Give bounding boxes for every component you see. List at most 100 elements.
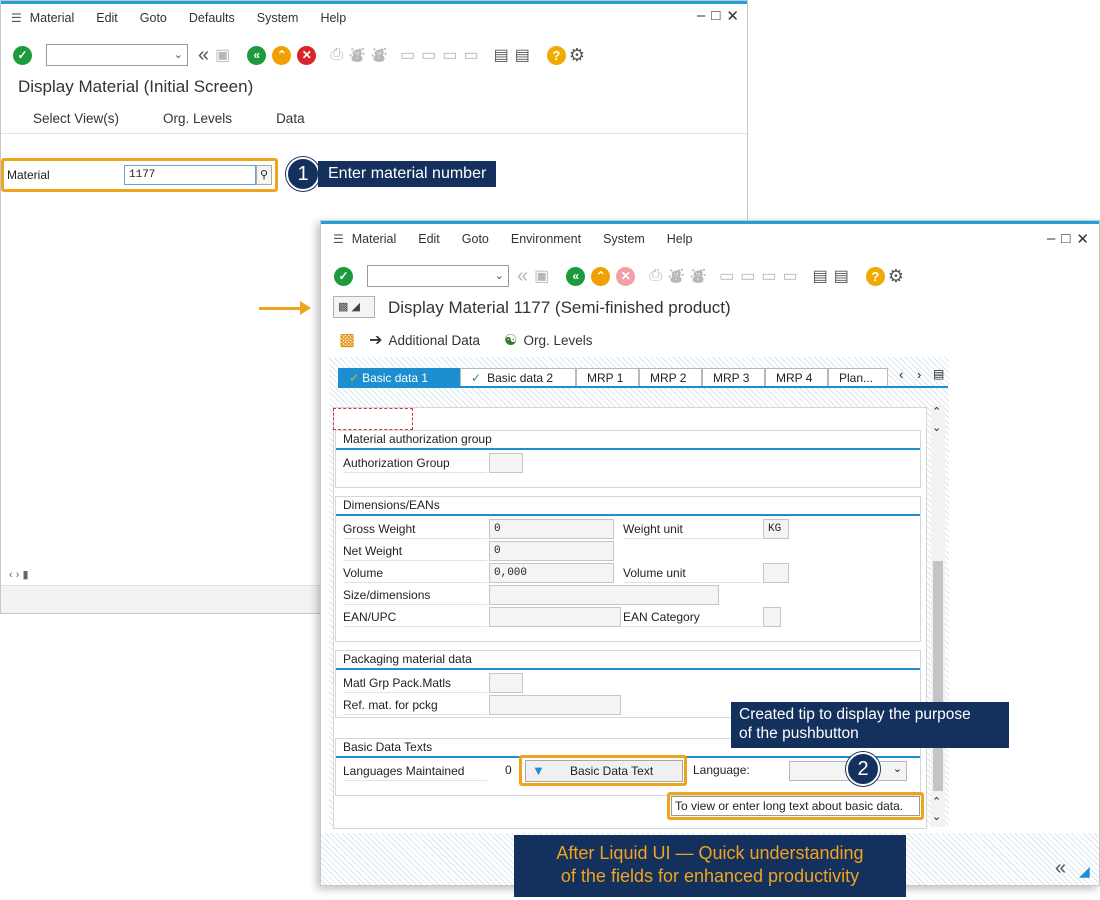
next-page-icon[interactable]: ▭ — [442, 45, 457, 65]
authorization-group-field[interactable] — [489, 453, 523, 473]
menu-material-2[interactable]: Material — [352, 232, 396, 246]
matl-grp-pack-field[interactable] — [489, 673, 523, 693]
ean-upc-field[interactable] — [489, 607, 621, 627]
back-icon-2[interactable]: « — [566, 266, 586, 286]
net-weight-field[interactable]: 0 — [489, 541, 614, 561]
maximize-icon[interactable]: □ — [711, 7, 720, 25]
menu-defaults[interactable]: Defaults — [189, 11, 235, 25]
tab-mrp-2[interactable]: MRP 2 — [639, 368, 702, 386]
enter-icon-2[interactable]: ✓ — [334, 266, 353, 286]
step-2-label: Created tip to display the purpose of th… — [731, 702, 1009, 748]
back-icon[interactable]: « — [247, 45, 267, 65]
close-icon[interactable]: ✕ — [726, 7, 739, 25]
prev-page-icon-2[interactable]: ▭ — [740, 266, 755, 286]
org-levels-button-2[interactable]: Org. Levels — [523, 333, 592, 348]
last-page-icon[interactable]: ▭ — [463, 45, 478, 65]
menu-edit-2[interactable]: Edit — [418, 232, 440, 246]
save-icon[interactable]: ▣ — [215, 45, 230, 65]
help-icon-2[interactable]: ? — [865, 266, 885, 286]
select-views-button[interactable]: Select View(s) — [33, 111, 119, 126]
scroll-down-icon[interactable]: ⌄ — [932, 421, 941, 434]
material-input[interactable]: 1177 — [124, 165, 256, 185]
find-icon-2[interactable]: ⛇ — [668, 265, 684, 288]
maximize-icon-2[interactable]: □ — [1061, 230, 1070, 248]
tab-scroll-right-icon[interactable]: › — [917, 367, 921, 382]
volume-label: Volume — [343, 563, 487, 583]
volume-unit-field[interactable] — [763, 563, 789, 583]
minimize-icon[interactable]: – — [697, 7, 705, 25]
menu-help[interactable]: Help — [320, 11, 346, 25]
settings-gear-icon[interactable]: ⚙ — [569, 45, 585, 66]
additional-data-button[interactable]: Additional Data — [388, 333, 480, 348]
exit-icon[interactable]: ⌃ — [272, 45, 292, 65]
weight-unit-field[interactable]: KG — [763, 519, 789, 539]
find-icon[interactable]: ⛇ — [349, 44, 365, 67]
horizontal-scrollbar[interactable]: ‹ › ▮ — [1, 567, 323, 583]
tab-scroll-left-icon[interactable]: ‹ — [899, 367, 903, 382]
ref-mat-pckg-label: Ref. mat. for pckg — [343, 695, 487, 715]
command-field[interactable]: ⌄ — [46, 44, 188, 66]
first-page-icon-2[interactable]: ▭ — [719, 266, 734, 286]
last-page-icon-2[interactable]: ▭ — [782, 266, 797, 286]
scroll-up-icon[interactable]: ⌃ — [932, 405, 941, 418]
help-icon[interactable]: ? — [546, 45, 566, 65]
other-material-icon[interactable]: ▩ — [339, 330, 355, 350]
first-page-icon[interactable]: ▭ — [400, 45, 415, 65]
cancel-icon-2[interactable]: ✕ — [616, 266, 636, 286]
find-next-icon-2[interactable]: ⛇ — [690, 265, 706, 288]
scroll-up-icon-2[interactable]: ⌃ — [932, 795, 941, 808]
cancel-icon[interactable]: ✕ — [297, 45, 317, 65]
shortcut-icon[interactable]: ▤ — [515, 45, 530, 65]
vertical-scrollbar[interactable]: ⌃ ⌄ ⌃ ⌄ — [931, 405, 945, 827]
tab-basic-data-1[interactable]: ✓ Basic data 1 — [338, 368, 460, 386]
volume-field[interactable]: 0,000 — [489, 563, 614, 583]
double-left-icon[interactable]: « — [198, 44, 209, 67]
size-dimensions-field[interactable] — [489, 585, 719, 605]
ean-category-field[interactable] — [763, 607, 781, 627]
menu-system[interactable]: System — [257, 11, 299, 25]
double-left-icon-2[interactable]: « — [517, 265, 528, 288]
resize-corner-icon[interactable]: ◢ — [1079, 863, 1090, 880]
enter-icon[interactable]: ✓ — [13, 45, 32, 65]
ref-mat-pckg-field[interactable] — [489, 695, 621, 715]
menu-material[interactable]: Material — [30, 11, 74, 25]
tab-mrp-1[interactable]: MRP 1 — [576, 368, 639, 386]
gross-weight-field[interactable]: 0 — [489, 519, 614, 539]
find-next-icon[interactable]: ⛇ — [371, 44, 387, 67]
shortcut-icon-2[interactable]: ▤ — [834, 266, 849, 286]
print-icon-2[interactable]: ⎙ — [649, 267, 662, 285]
menu-edit[interactable]: Edit — [96, 11, 118, 25]
org-levels-button[interactable]: Org. Levels — [163, 111, 232, 126]
tab-mrp-4[interactable]: MRP 4 — [765, 368, 828, 386]
command-field-2[interactable]: ⌄ — [367, 265, 509, 287]
value-help-button[interactable]: ⚲ — [256, 165, 272, 185]
prev-page-icon[interactable]: ▭ — [421, 45, 436, 65]
create-session-icon-2[interactable]: ▤ — [813, 266, 828, 286]
next-page-icon-2[interactable]: ▭ — [761, 266, 776, 286]
screen-menu-button[interactable]: ▩ ◢ — [333, 296, 375, 318]
group-basic-data-texts-title: Basic Data Texts — [343, 740, 433, 754]
double-left-icon-3[interactable]: « — [1055, 857, 1066, 880]
data-button[interactable]: Data — [276, 111, 305, 126]
scroll-thumb[interactable] — [933, 561, 943, 791]
tab-list-icon[interactable]: ▤ — [933, 367, 944, 381]
exit-icon-2[interactable]: ⌃ — [591, 266, 611, 286]
tab-mrp-3[interactable]: MRP 3 — [702, 368, 765, 386]
print-icon[interactable]: ⎙ — [330, 46, 343, 64]
menu-icon-2[interactable]: ☰ — [333, 232, 344, 246]
create-session-icon[interactable]: ▤ — [494, 45, 509, 65]
menu-environment-2[interactable]: Environment — [511, 232, 581, 246]
close-icon-2[interactable]: ✕ — [1076, 230, 1089, 248]
ean-upc-label: EAN/UPC — [343, 607, 487, 627]
menu-goto[interactable]: Goto — [140, 11, 167, 25]
menu-help-2[interactable]: Help — [667, 232, 693, 246]
settings-gear-icon-2[interactable]: ⚙ — [888, 266, 904, 287]
scroll-down-icon-2[interactable]: ⌄ — [932, 810, 941, 823]
menu-goto-2[interactable]: Goto — [462, 232, 489, 246]
minimize-icon-2[interactable]: – — [1047, 230, 1055, 248]
save-icon-2[interactable]: ▣ — [534, 266, 549, 286]
tab-basic-data-2[interactable]: ✓ Basic data 2 — [460, 368, 576, 386]
menu-system-2[interactable]: System — [603, 232, 645, 246]
menu-icon[interactable]: ☰ — [11, 11, 22, 25]
tab-plant[interactable]: Plan... — [828, 368, 888, 386]
